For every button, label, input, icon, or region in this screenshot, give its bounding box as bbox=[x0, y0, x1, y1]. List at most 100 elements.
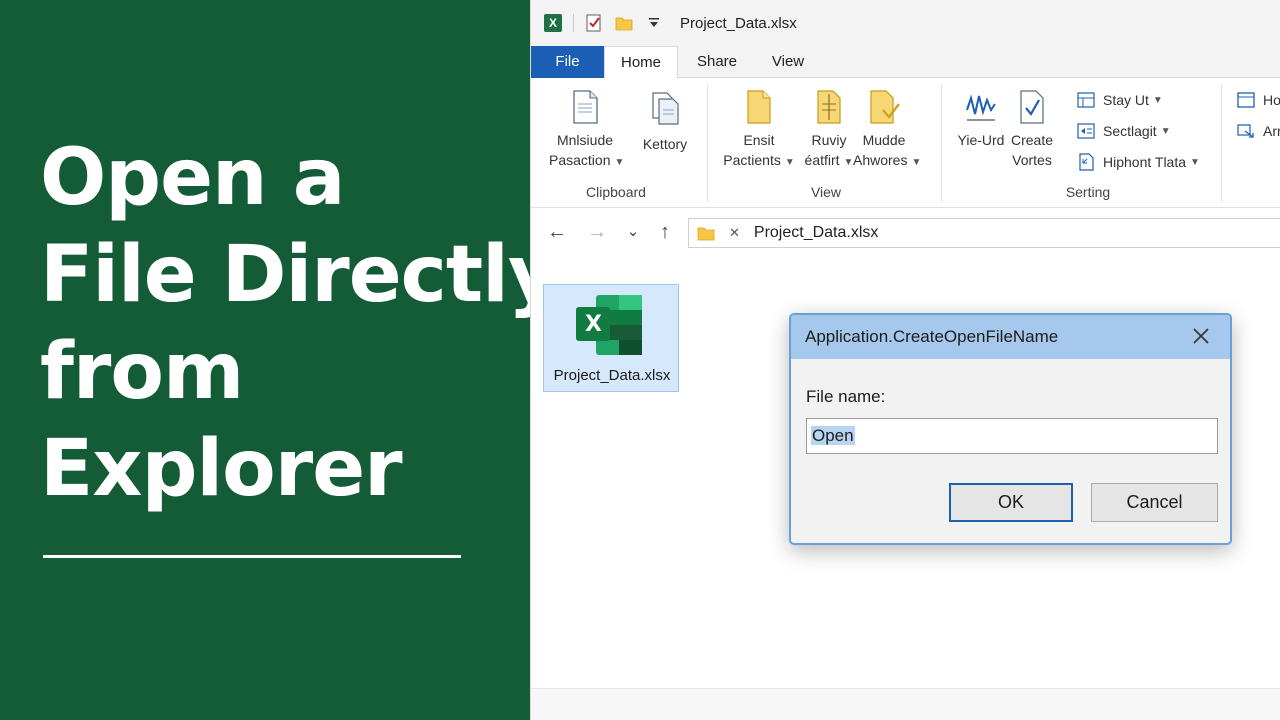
document-check-blue-icon bbox=[1017, 90, 1047, 124]
cancel-button[interactable]: Cancel bbox=[1091, 483, 1218, 522]
window-title: Project_Data.xlsx bbox=[680, 14, 797, 32]
ribbon-label-line2: Pactients ▼ bbox=[721, 150, 797, 173]
waveform-chart-icon bbox=[965, 90, 997, 124]
dropdown-caret-icon: ▼ bbox=[1190, 156, 1200, 168]
tab-file[interactable]: File bbox=[531, 46, 604, 78]
document-icon bbox=[570, 90, 600, 124]
copy-pages-icon bbox=[650, 90, 680, 126]
ribbon-label: éatfirt bbox=[804, 152, 840, 168]
ribbon-label: Yie-Urd bbox=[957, 132, 1005, 148]
quick-access-toolbar: X Project_Data.xlsx bbox=[543, 12, 797, 34]
address-path: Project_Data.xlsx bbox=[753, 224, 879, 241]
headline-line-2: File Directly bbox=[40, 230, 559, 320]
back-arrow-icon[interactable]: ← bbox=[545, 220, 569, 244]
ribbon-small-button-hiphont-tlata[interactable]: Hiphont Tlata ▼ bbox=[1077, 151, 1200, 173]
document-link-icon bbox=[1079, 153, 1094, 171]
dropdown-caret-icon: ▼ bbox=[1160, 125, 1171, 137]
folder-icon bbox=[697, 227, 715, 241]
ribbon-button-create-vortes[interactable]: Create Vortes bbox=[1005, 90, 1059, 170]
ribbon-label: Stay Ut bbox=[1103, 92, 1149, 108]
group-separator bbox=[707, 84, 708, 202]
headline: Open a File Directly from Explorer bbox=[40, 130, 559, 518]
dropdown-caret-icon: ▼ bbox=[784, 157, 795, 168]
dropdown-caret-icon: ▼ bbox=[1152, 94, 1163, 106]
yellow-document-icon bbox=[745, 90, 773, 124]
ribbon-small-button-arr[interactable]: Arr bbox=[1237, 120, 1280, 142]
ribbon-label: Ruviy bbox=[811, 132, 847, 148]
forward-arrow-icon[interactable]: → bbox=[585, 220, 609, 244]
file-item-selected[interactable]: X Project_Data.xlsx bbox=[543, 284, 679, 392]
title-bar: X Project_Data.xlsx bbox=[531, 0, 1280, 46]
title-panel: Open a File Directly from Explorer bbox=[0, 0, 559, 720]
up-arrow-icon[interactable]: ↑ bbox=[653, 220, 677, 244]
tab-view[interactable]: View bbox=[761, 46, 815, 78]
new-folder-icon[interactable] bbox=[614, 13, 634, 33]
dropdown-caret-icon: ▼ bbox=[614, 157, 625, 168]
file-name-label: Project_Data.xlsx bbox=[553, 367, 671, 384]
ribbon-label-line2: Ahwores ▼ bbox=[853, 150, 921, 173]
ribbon-button-kettory[interactable]: Kettory bbox=[635, 90, 695, 154]
ribbon-button-yie-urd[interactable]: Yie-Urd bbox=[953, 90, 1009, 150]
ribbon-label: Ahwores bbox=[853, 152, 908, 168]
headline-divider bbox=[43, 555, 461, 558]
address-bar[interactable]: ✕ Project_Data.xlsx bbox=[688, 218, 1280, 248]
dropdown-caret-icon: ▼ bbox=[911, 157, 922, 168]
ribbon: Mnlsiude Pasaction ▼ Kettory Clipboard En… bbox=[531, 78, 1280, 208]
settings-list-icon bbox=[1077, 123, 1095, 139]
group-label-serting: Serting bbox=[1065, 184, 1111, 200]
ribbon-label: Arr bbox=[1263, 123, 1280, 139]
excel-app-icon[interactable]: X bbox=[543, 13, 563, 33]
group-separator bbox=[941, 84, 942, 202]
ribbon-label: Mnlsiude bbox=[556, 132, 614, 148]
ribbon-small-button-ho[interactable]: Ho bbox=[1237, 89, 1280, 111]
ruler-document-icon bbox=[814, 90, 844, 124]
document-checkmark-icon bbox=[867, 90, 901, 124]
tab-share[interactable]: Share bbox=[691, 46, 743, 78]
ribbon-button-mudde[interactable]: Mudde Ahwores ▼ bbox=[853, 90, 921, 173]
excel-badge-letter: X bbox=[585, 312, 602, 337]
arrange-icon bbox=[1237, 124, 1254, 138]
navigation-bar: ← → ⌄ ↑ ✕ Project_Data.xlsx bbox=[531, 208, 1280, 258]
dropdown-caret-icon: ▼ bbox=[843, 157, 854, 168]
breadcrumb-separator-icon: ✕ bbox=[729, 225, 740, 240]
ribbon-small-button-stay-ut[interactable]: Stay Ut ▼ bbox=[1077, 89, 1163, 111]
ribbon-label: Create bbox=[1010, 132, 1054, 148]
ribbon-button-ensit[interactable]: Ensit Pactients ▼ bbox=[721, 90, 797, 173]
ribbon-label: Hiphont Tlata bbox=[1103, 154, 1187, 170]
file-name-value: Open bbox=[811, 426, 855, 445]
ribbon-label-line2: éatfirt ▼ bbox=[799, 150, 859, 173]
headline-line-1: Open a bbox=[40, 133, 345, 223]
close-icon[interactable] bbox=[1190, 325, 1212, 347]
ok-button[interactable]: OK bbox=[949, 483, 1073, 522]
file-name-input[interactable]: Open bbox=[806, 418, 1218, 454]
headline-line-4: Explorer bbox=[40, 424, 403, 514]
ribbon-label: Kettory bbox=[642, 136, 688, 152]
qat-separator bbox=[573, 14, 574, 32]
ribbon-label: Ho bbox=[1263, 92, 1280, 108]
tab-home[interactable]: Home bbox=[604, 46, 678, 79]
ribbon-label: Pactients bbox=[723, 152, 781, 168]
group-label-view: View bbox=[810, 184, 842, 200]
customize-qat-dropdown-icon[interactable] bbox=[644, 13, 664, 33]
open-file-dialog: Application.CreateOpenFileName File name… bbox=[789, 313, 1232, 545]
group-separator bbox=[1221, 84, 1222, 202]
properties-checklist-icon[interactable] bbox=[584, 13, 604, 33]
ribbon-label-line2: Pasaction ▼ bbox=[549, 150, 625, 173]
window-icon bbox=[1237, 92, 1255, 108]
group-label-clipboard: Clipboard bbox=[586, 184, 646, 200]
ribbon-button-ruviy[interactable]: Ruviy éatfirt ▼ bbox=[799, 90, 859, 173]
ribbon-button-mnlsiude[interactable]: Mnlsiude Pasaction ▼ bbox=[549, 90, 625, 173]
recent-locations-chevron-icon[interactable]: ⌄ bbox=[621, 220, 645, 244]
ribbon-tabs: File Home Share View bbox=[531, 46, 1280, 79]
ribbon-label: Pasaction bbox=[549, 152, 611, 168]
table-grid-icon bbox=[1077, 92, 1095, 108]
ribbon-small-button-sectlagit[interactable]: Sectlagit ▼ bbox=[1077, 120, 1171, 142]
dialog-title: Application.CreateOpenFileName bbox=[805, 327, 1059, 346]
ribbon-label: Ensit bbox=[743, 132, 775, 148]
dialog-title-bar: Application.CreateOpenFileName bbox=[791, 315, 1230, 359]
file-name-label: File name: bbox=[806, 387, 886, 406]
status-bar bbox=[531, 688, 1280, 720]
ribbon-label: Vortes bbox=[1012, 152, 1052, 168]
ribbon-label: Mudde bbox=[862, 132, 906, 148]
ribbon-label: Sectlagit bbox=[1103, 123, 1157, 139]
